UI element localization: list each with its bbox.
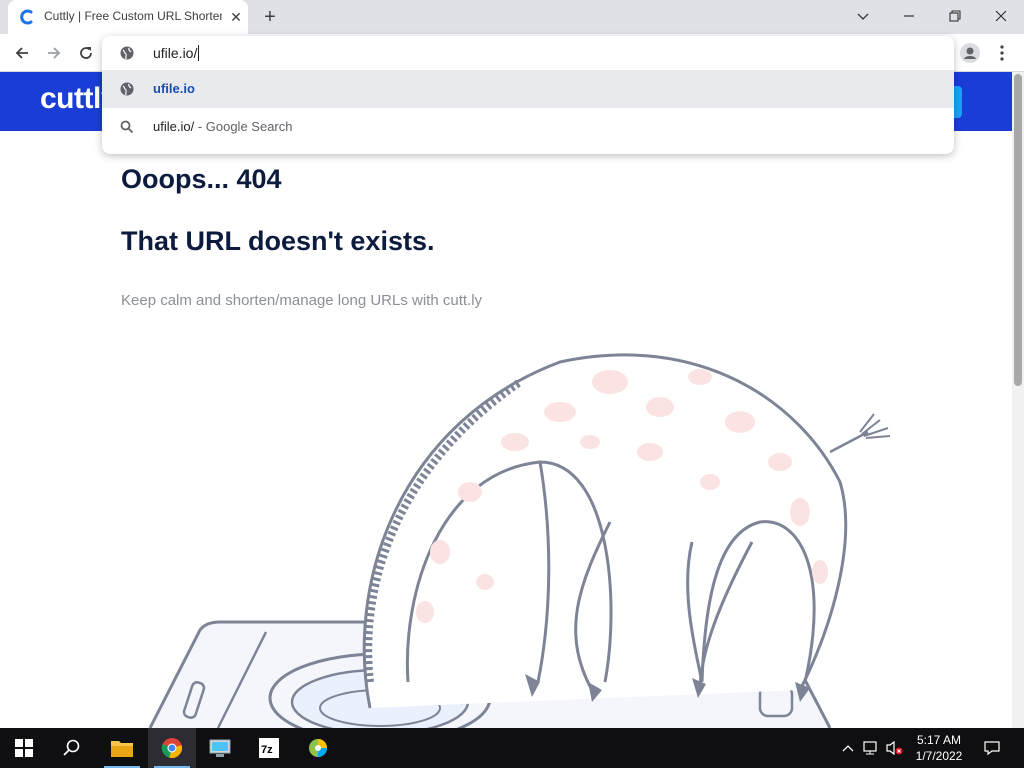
address-input[interactable]: ufile.io/ (153, 45, 200, 61)
suggestion-search-suffix: - Google Search (194, 119, 293, 134)
omnibox-dropdown: ufile.io/ ufile.io ufile.io/ - Google Se… (102, 36, 954, 154)
browser-tab[interactable]: Cuttly | Free Custom URL Shortener ✕ (8, 0, 248, 34)
page-subtitle: Keep calm and shorten/manage long URLs w… (121, 292, 483, 309)
app-icon[interactable] (294, 728, 342, 768)
restore-icon[interactable] (932, 0, 978, 32)
more-menu-icon[interactable] (988, 39, 1016, 67)
error-heading: Ooops... 404 (121, 164, 282, 194)
cuttly-favicon-icon (20, 9, 33, 25)
tab-title: Cuttly | Free Custom URL Shortener (44, 9, 222, 23)
profile-avatar-icon[interactable] (956, 39, 984, 67)
page-content: cuttly Ooops... 404 That URL doesn't exi… (0, 72, 1012, 728)
search-icon (120, 120, 134, 134)
forward-arrow-icon[interactable] (40, 39, 68, 67)
windows-start-icon[interactable] (0, 728, 48, 768)
address-bar[interactable]: ufile.io/ (102, 36, 954, 70)
network-icon[interactable] (861, 738, 881, 758)
minimize-icon[interactable] (886, 0, 932, 32)
tab-search-icon[interactable] (840, 0, 886, 32)
control-panel-icon[interactable] (196, 728, 244, 768)
error-subheading: That URL doesn't exists. (121, 226, 435, 256)
taskbar-clock[interactable]: 5:17 AM 1/7/2022 (906, 732, 972, 764)
notifications-icon[interactable] (982, 738, 1002, 758)
clock-date: 1/7/2022 (915, 749, 963, 763)
omnibox-suggestion-search[interactable]: ufile.io/ - Google Search (102, 108, 954, 146)
title-bar: Cuttly | Free Custom URL Shortener ✕ + (0, 0, 1024, 34)
7zip-icon[interactable]: 7z (245, 728, 293, 768)
new-tab-icon[interactable]: + (258, 5, 282, 29)
globe-icon (120, 46, 134, 60)
page-scrollbar[interactable] (1012, 72, 1024, 728)
suggestion-search-text: ufile.io/ - Google Search (153, 119, 293, 134)
windows-taskbar: 7z 5:17 AM 1/7/2022 (0, 728, 1024, 768)
clock-time: 5:17 AM (916, 733, 962, 747)
suggestion-url-text: ufile.io (153, 81, 195, 96)
reload-icon[interactable] (72, 39, 100, 67)
globe-icon (120, 82, 134, 96)
taskbar-search-icon[interactable] (48, 728, 96, 768)
back-arrow-icon[interactable] (8, 39, 36, 67)
svg-text:7z: 7z (261, 744, 273, 756)
file-explorer-icon[interactable] (98, 728, 146, 768)
scroll-thumb[interactable] (1014, 74, 1022, 386)
tab-close-icon[interactable]: ✕ (227, 8, 245, 26)
close-window-icon[interactable] (978, 0, 1024, 32)
omnibox-suggestion-url[interactable]: ufile.io (102, 70, 954, 108)
volume-muted-icon[interactable] (884, 738, 904, 758)
chrome-icon[interactable] (148, 728, 196, 768)
tray-chevron-icon[interactable] (838, 738, 858, 758)
giraffe-hole-illustration (148, 353, 891, 728)
